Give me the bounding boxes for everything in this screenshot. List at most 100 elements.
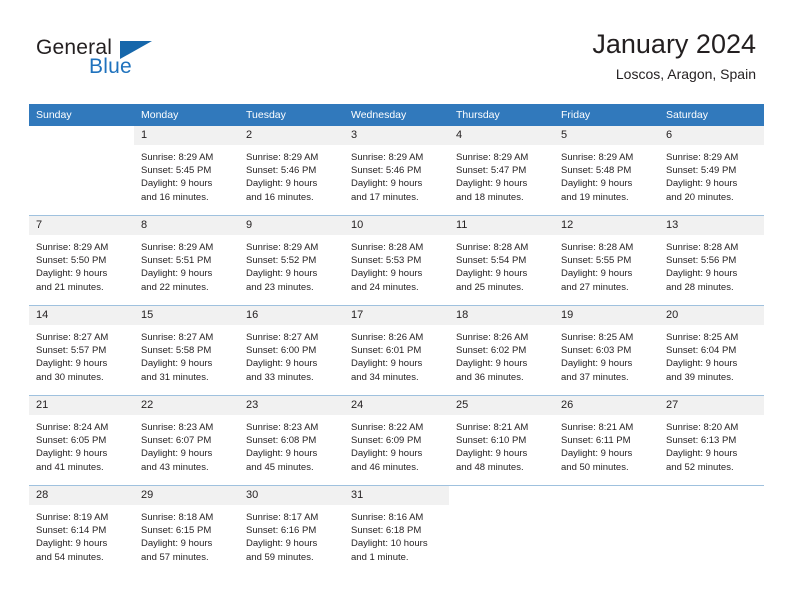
daylight-text-line1: Daylight: 9 hours: [351, 358, 423, 370]
daylight-text-line2: and 31 minutes.: [141, 371, 209, 383]
weekday-header-saturday: Saturday: [659, 104, 764, 126]
day-sun-info: Sunrise: 8:19 AM Sunset: 6:14 PM Daylight:…: [29, 505, 134, 564]
day-cell[interactable]: 23 Sunrise: 8:23 AM Sunset: 6:08 PM Dayligh…: [239, 395, 344, 486]
weekday-header-row: Sunday Monday Tuesday Wednesday Thursday…: [29, 104, 764, 126]
day-sun-info: Sunrise: 8:29 AM Sunset: 5:51 PM Daylight:…: [134, 235, 239, 294]
general-blue-logo[interactable]: General Blue: [36, 36, 256, 88]
day-cell[interactable]: 3 Sunrise: 8:29 AM Sunset: 5:46 PM Daylight…: [344, 126, 449, 216]
sunrise-text: Sunrise: 8:29 AM: [561, 152, 634, 163]
day-cell[interactable]: 29 Sunrise: 8:18 AM Sunset: 6:15 PM Dayligh…: [134, 485, 239, 575]
sunrise-text: Sunrise: 8:29 AM: [141, 152, 214, 163]
day-sun-info: Sunrise: 8:21 AM Sunset: 6:11 PM Daylight:…: [554, 415, 659, 474]
day-number: [554, 486, 659, 505]
sunset-text: Sunset: 6:09 PM: [351, 435, 422, 447]
calendar-week-row: 28 Sunrise: 8:19 AM Sunset: 6:14 PM Dayligh…: [29, 485, 764, 575]
daylight-text-line2: and 1 minute.: [351, 551, 409, 563]
daylight-text-line2: and 52 minutes.: [666, 461, 734, 473]
daylight-text-line1: Daylight: 9 hours: [246, 178, 318, 190]
day-number: 21: [29, 396, 134, 415]
day-sun-info: Sunrise: 8:28 AM Sunset: 5:56 PM Daylight:…: [659, 235, 764, 294]
calendar-week-row: 21 Sunrise: 8:24 AM Sunset: 6:05 PM Dayligh…: [29, 395, 764, 486]
daylight-text-line2: and 22 minutes.: [141, 281, 209, 293]
day-cell[interactable]: 22 Sunrise: 8:23 AM Sunset: 6:07 PM Dayligh…: [134, 395, 239, 486]
sunset-text: Sunset: 5:45 PM: [141, 165, 212, 177]
daylight-text-line2: and 19 minutes.: [561, 191, 629, 203]
sunrise-text: Sunrise: 8:25 AM: [666, 332, 739, 343]
day-cell[interactable]: 18 Sunrise: 8:26 AM Sunset: 6:02 PM Dayligh…: [449, 305, 554, 396]
day-cell[interactable]: 7 Sunrise: 8:29 AM Sunset: 5:50 PM Daylight…: [29, 215, 134, 306]
daylight-text-line1: Daylight: 9 hours: [456, 358, 528, 370]
daylight-text-line2: and 21 minutes.: [36, 281, 104, 293]
sunset-text: Sunset: 5:56 PM: [666, 255, 737, 267]
day-cell[interactable]: 4 Sunrise: 8:29 AM Sunset: 5:47 PM Daylight…: [449, 126, 554, 216]
weekday-header-thursday: Thursday: [449, 104, 554, 126]
sunset-text: Sunset: 6:10 PM: [456, 435, 527, 447]
day-cell[interactable]: 8 Sunrise: 8:29 AM Sunset: 5:51 PM Daylight…: [134, 215, 239, 306]
day-number: 23: [239, 396, 344, 415]
sunrise-text: Sunrise: 8:27 AM: [36, 332, 109, 343]
daylight-text-line1: Daylight: 9 hours: [141, 178, 213, 190]
day-cell[interactable]: 11 Sunrise: 8:28 AM Sunset: 5:54 PM Dayligh…: [449, 215, 554, 306]
day-cell[interactable]: 26 Sunrise: 8:21 AM Sunset: 6:11 PM Dayligh…: [554, 395, 659, 486]
daylight-text-line1: Daylight: 9 hours: [561, 448, 633, 460]
daylight-text-line1: Daylight: 9 hours: [36, 538, 108, 550]
daylight-text-line2: and 39 minutes.: [666, 371, 734, 383]
day-cell[interactable]: 17 Sunrise: 8:26 AM Sunset: 6:01 PM Dayligh…: [344, 305, 449, 396]
day-sun-info: Sunrise: 8:29 AM Sunset: 5:48 PM Daylight:…: [554, 145, 659, 204]
day-cell[interactable]: 15 Sunrise: 8:27 AM Sunset: 5:58 PM Dayligh…: [134, 305, 239, 396]
calendar-week-row: 14 Sunrise: 8:27 AM Sunset: 5:57 PM Dayligh…: [29, 305, 764, 396]
day-cell[interactable]: 14 Sunrise: 8:27 AM Sunset: 5:57 PM Dayligh…: [29, 305, 134, 396]
day-sun-info: Sunrise: 8:29 AM Sunset: 5:49 PM Daylight:…: [659, 145, 764, 204]
day-cell[interactable]: 24 Sunrise: 8:22 AM Sunset: 6:09 PM Dayligh…: [344, 395, 449, 486]
day-cell[interactable]: 6 Sunrise: 8:29 AM Sunset: 5:49 PM Daylight…: [659, 126, 764, 216]
day-cell[interactable]: 27 Sunrise: 8:20 AM Sunset: 6:13 PM Dayligh…: [659, 395, 764, 486]
day-number: [29, 126, 134, 145]
day-cell[interactable]: 9 Sunrise: 8:29 AM Sunset: 5:52 PM Daylight…: [239, 215, 344, 306]
day-cell[interactable]: 2 Sunrise: 8:29 AM Sunset: 5:46 PM Daylight…: [239, 126, 344, 216]
day-number: 6: [659, 126, 764, 145]
day-cell[interactable]: 31 Sunrise: 8:16 AM Sunset: 6:18 PM Dayligh…: [344, 485, 449, 575]
sunset-text: Sunset: 5:50 PM: [36, 255, 107, 267]
day-cell[interactable]: 28 Sunrise: 8:19 AM Sunset: 6:14 PM Dayligh…: [29, 485, 134, 575]
day-cell[interactable]: 5 Sunrise: 8:29 AM Sunset: 5:48 PM Daylight…: [554, 126, 659, 216]
sunrise-text: Sunrise: 8:18 AM: [141, 512, 214, 523]
day-cell[interactable]: 25 Sunrise: 8:21 AM Sunset: 6:10 PM Dayligh…: [449, 395, 554, 486]
daylight-text-line1: Daylight: 9 hours: [246, 538, 318, 550]
daylight-text-line2: and 24 minutes.: [351, 281, 419, 293]
day-number: 5: [554, 126, 659, 145]
daylight-text-line1: Daylight: 9 hours: [351, 268, 423, 280]
sunset-text: Sunset: 6:16 PM: [246, 525, 317, 537]
sunset-text: Sunset: 6:04 PM: [666, 345, 737, 357]
day-number: 12: [554, 216, 659, 235]
day-cell[interactable]: 21 Sunrise: 8:24 AM Sunset: 6:05 PM Dayligh…: [29, 395, 134, 486]
day-cell[interactable]: 16 Sunrise: 8:27 AM Sunset: 6:00 PM Dayligh…: [239, 305, 344, 396]
day-cell[interactable]: 19 Sunrise: 8:25 AM Sunset: 6:03 PM Dayligh…: [554, 305, 659, 396]
day-cell[interactable]: 13 Sunrise: 8:28 AM Sunset: 5:56 PM Dayligh…: [659, 215, 764, 306]
sunset-text: Sunset: 6:01 PM: [351, 345, 422, 357]
daylight-text-line2: and 23 minutes.: [246, 281, 314, 293]
day-cell[interactable]: 20 Sunrise: 8:25 AM Sunset: 6:04 PM Dayligh…: [659, 305, 764, 396]
sunrise-text: Sunrise: 8:19 AM: [36, 512, 109, 523]
weekday-header-monday: Monday: [134, 104, 239, 126]
day-cell[interactable]: 1 Sunrise: 8:29 AM Sunset: 5:45 PM Daylight…: [134, 126, 239, 216]
daylight-text-line1: Daylight: 9 hours: [666, 178, 738, 190]
day-number: 9: [239, 216, 344, 235]
daylight-text-line2: and 18 minutes.: [456, 191, 524, 203]
sunset-text: Sunset: 6:07 PM: [141, 435, 212, 447]
day-number: 15: [134, 306, 239, 325]
day-sun-info: Sunrise: 8:28 AM Sunset: 5:55 PM Daylight:…: [554, 235, 659, 294]
day-number: 8: [134, 216, 239, 235]
daylight-text-line1: Daylight: 9 hours: [561, 358, 633, 370]
sunrise-text: Sunrise: 8:27 AM: [246, 332, 319, 343]
daylight-text-line2: and 48 minutes.: [456, 461, 524, 473]
day-sun-info: Sunrise: 8:25 AM Sunset: 6:03 PM Daylight:…: [554, 325, 659, 384]
day-number: 16: [239, 306, 344, 325]
day-number: 20: [659, 306, 764, 325]
day-cell[interactable]: 12 Sunrise: 8:28 AM Sunset: 5:55 PM Dayligh…: [554, 215, 659, 306]
day-cell[interactable]: 30 Sunrise: 8:17 AM Sunset: 6:16 PM Dayligh…: [239, 485, 344, 575]
sunset-text: Sunset: 6:15 PM: [141, 525, 212, 537]
day-cell[interactable]: 10 Sunrise: 8:28 AM Sunset: 5:53 PM Dayligh…: [344, 215, 449, 306]
daylight-text-line2: and 20 minutes.: [666, 191, 734, 203]
day-number: 14: [29, 306, 134, 325]
calendar-page: General Blue January 2024 Loscos, Aragon…: [0, 0, 792, 612]
